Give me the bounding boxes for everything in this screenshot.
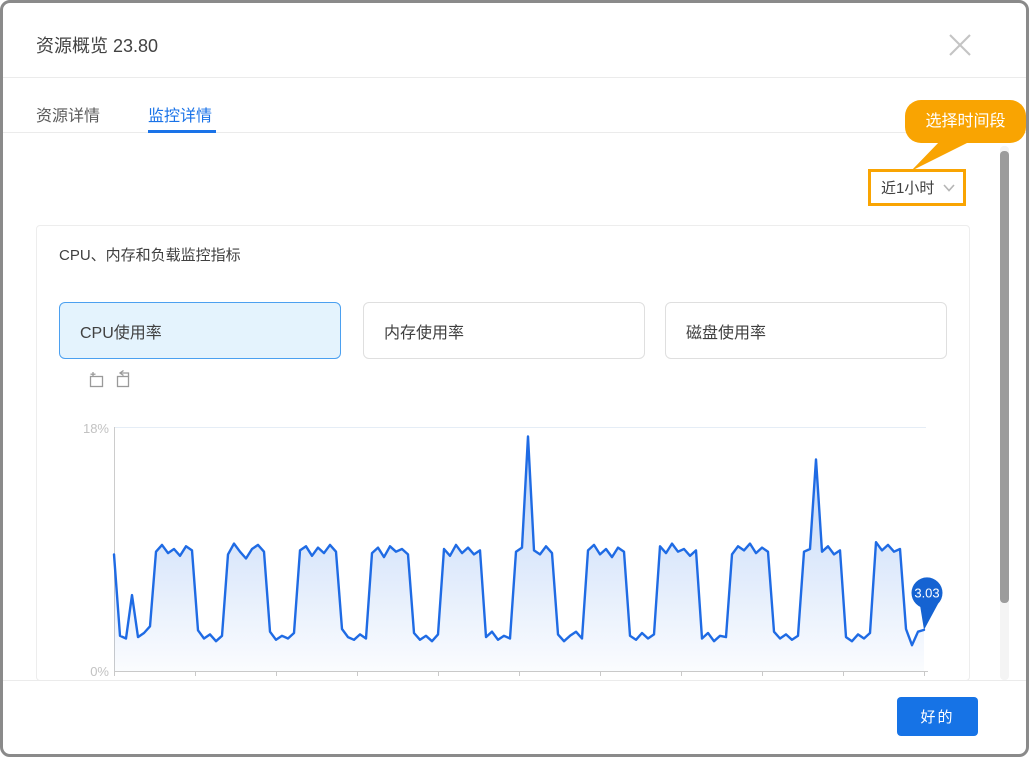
time-range-tooltip: 选择时间段 xyxy=(905,100,1026,143)
time-range-select[interactable]: 近1小时 xyxy=(868,169,966,206)
active-tab-underline xyxy=(148,130,216,133)
y-axis-label-min: 0% xyxy=(69,664,109,679)
y-axis-label-max: 18% xyxy=(69,421,109,436)
tab-monitor-detail[interactable]: 监控详情 xyxy=(148,102,212,126)
metric-button-cpu[interactable]: CPU使用率 xyxy=(59,302,341,359)
cpu-usage-chart[interactable]: 3.03 xyxy=(114,427,924,671)
monitor-card-title: CPU、内存和负载监控指标 xyxy=(59,244,241,265)
header-divider xyxy=(3,77,1026,78)
metric-button-memory[interactable]: 内存使用率 xyxy=(363,302,645,359)
close-icon xyxy=(947,32,973,58)
ok-button[interactable]: 好的 xyxy=(897,697,978,736)
metric-button-disk[interactable]: 磁盘使用率 xyxy=(665,302,947,359)
x-axis xyxy=(114,671,928,677)
tooltip-tail xyxy=(901,140,981,172)
scrollbar-thumb[interactable] xyxy=(1000,151,1009,603)
tab-resource-detail[interactable]: 资源详情 xyxy=(36,102,100,126)
chevron-down-icon xyxy=(943,184,955,192)
pin-value-label: 3.03 xyxy=(914,585,939,600)
dialog-title: 资源概览 23.80 xyxy=(36,32,158,58)
chart-toolbox xyxy=(87,370,132,389)
time-range-value: 近1小时 xyxy=(881,177,943,198)
monitor-card: CPU、内存和负载监控指标 CPU使用率 内存使用率 磁盘使用率 18% 0% xyxy=(36,225,970,681)
zoom-select-icon[interactable] xyxy=(87,370,106,389)
series-area xyxy=(114,437,924,672)
footer-divider xyxy=(3,680,1026,681)
resource-overview-dialog: 资源概览 23.80 资源详情 监控详情 选择时间段 近1小时 CPU、内存和负… xyxy=(0,0,1029,757)
value-pin: 3.03 xyxy=(912,577,943,630)
close-button[interactable] xyxy=(947,32,973,58)
zoom-restore-icon[interactable] xyxy=(113,370,132,389)
